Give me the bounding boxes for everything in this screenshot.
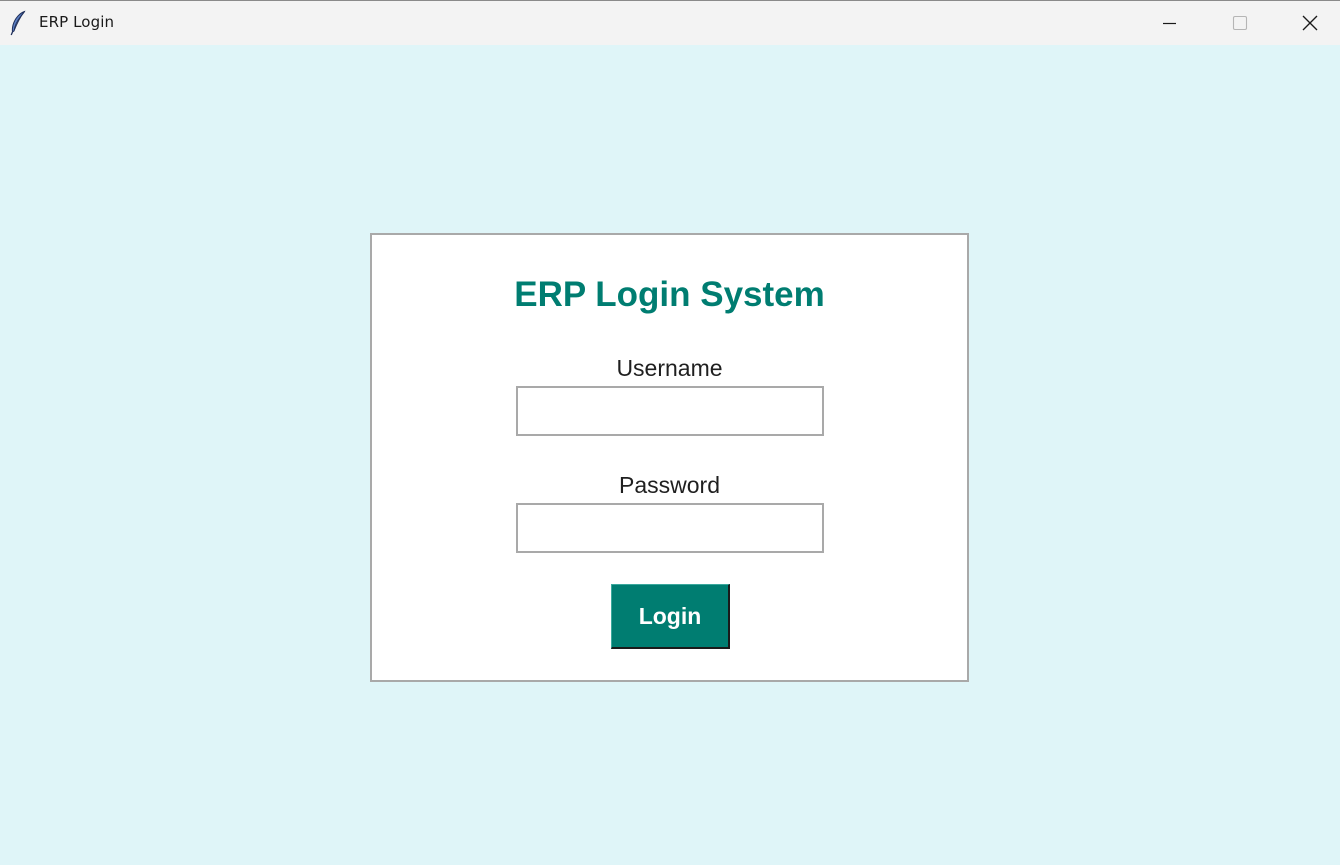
login-button[interactable]: Login [611, 584, 730, 649]
password-label: Password [619, 472, 720, 498]
window-title: ERP Login [39, 13, 115, 31]
maximize-button[interactable] [1205, 1, 1275, 45]
title-bar[interactable]: ERP Login [0, 0, 1340, 45]
login-card: ERP Login System Username Password Login [370, 233, 969, 682]
app-window: ERP Login ERP Login System Username Pass… [0, 0, 1340, 865]
feather-icon [9, 10, 27, 36]
username-input[interactable] [516, 386, 824, 436]
username-label: Username [616, 355, 723, 381]
minimize-icon [1163, 22, 1176, 25]
minimize-button[interactable] [1136, 1, 1206, 45]
maximize-icon [1232, 15, 1248, 31]
login-title: ERP Login System [514, 275, 825, 314]
close-button[interactable] [1275, 1, 1340, 45]
close-icon [1302, 15, 1318, 31]
password-input[interactable] [516, 503, 824, 553]
